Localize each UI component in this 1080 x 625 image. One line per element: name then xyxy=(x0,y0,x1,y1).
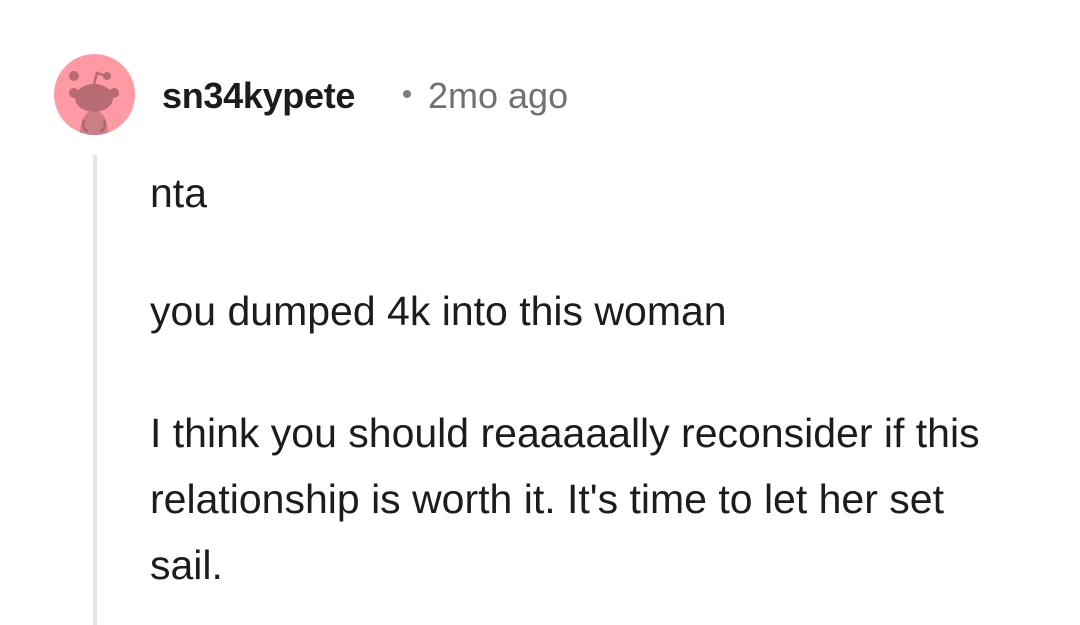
comment-paragraph: you dumped 4k into this woman xyxy=(150,288,727,334)
thread-line[interactable] xyxy=(93,155,97,625)
comment: sn34kypete 2mo ago nta you dumped 4k int… xyxy=(0,0,1080,625)
avatar[interactable] xyxy=(54,54,135,135)
snoo-avatar-icon xyxy=(54,54,135,135)
comment-author[interactable]: sn34kypete xyxy=(162,74,355,118)
meta-separator-dot xyxy=(403,90,411,98)
comment-timestamp[interactable]: 2mo ago xyxy=(428,74,568,118)
comment-paragraph: nta xyxy=(150,170,207,216)
comment-paragraph: I think you should reaaaaally reconsider… xyxy=(150,410,980,588)
